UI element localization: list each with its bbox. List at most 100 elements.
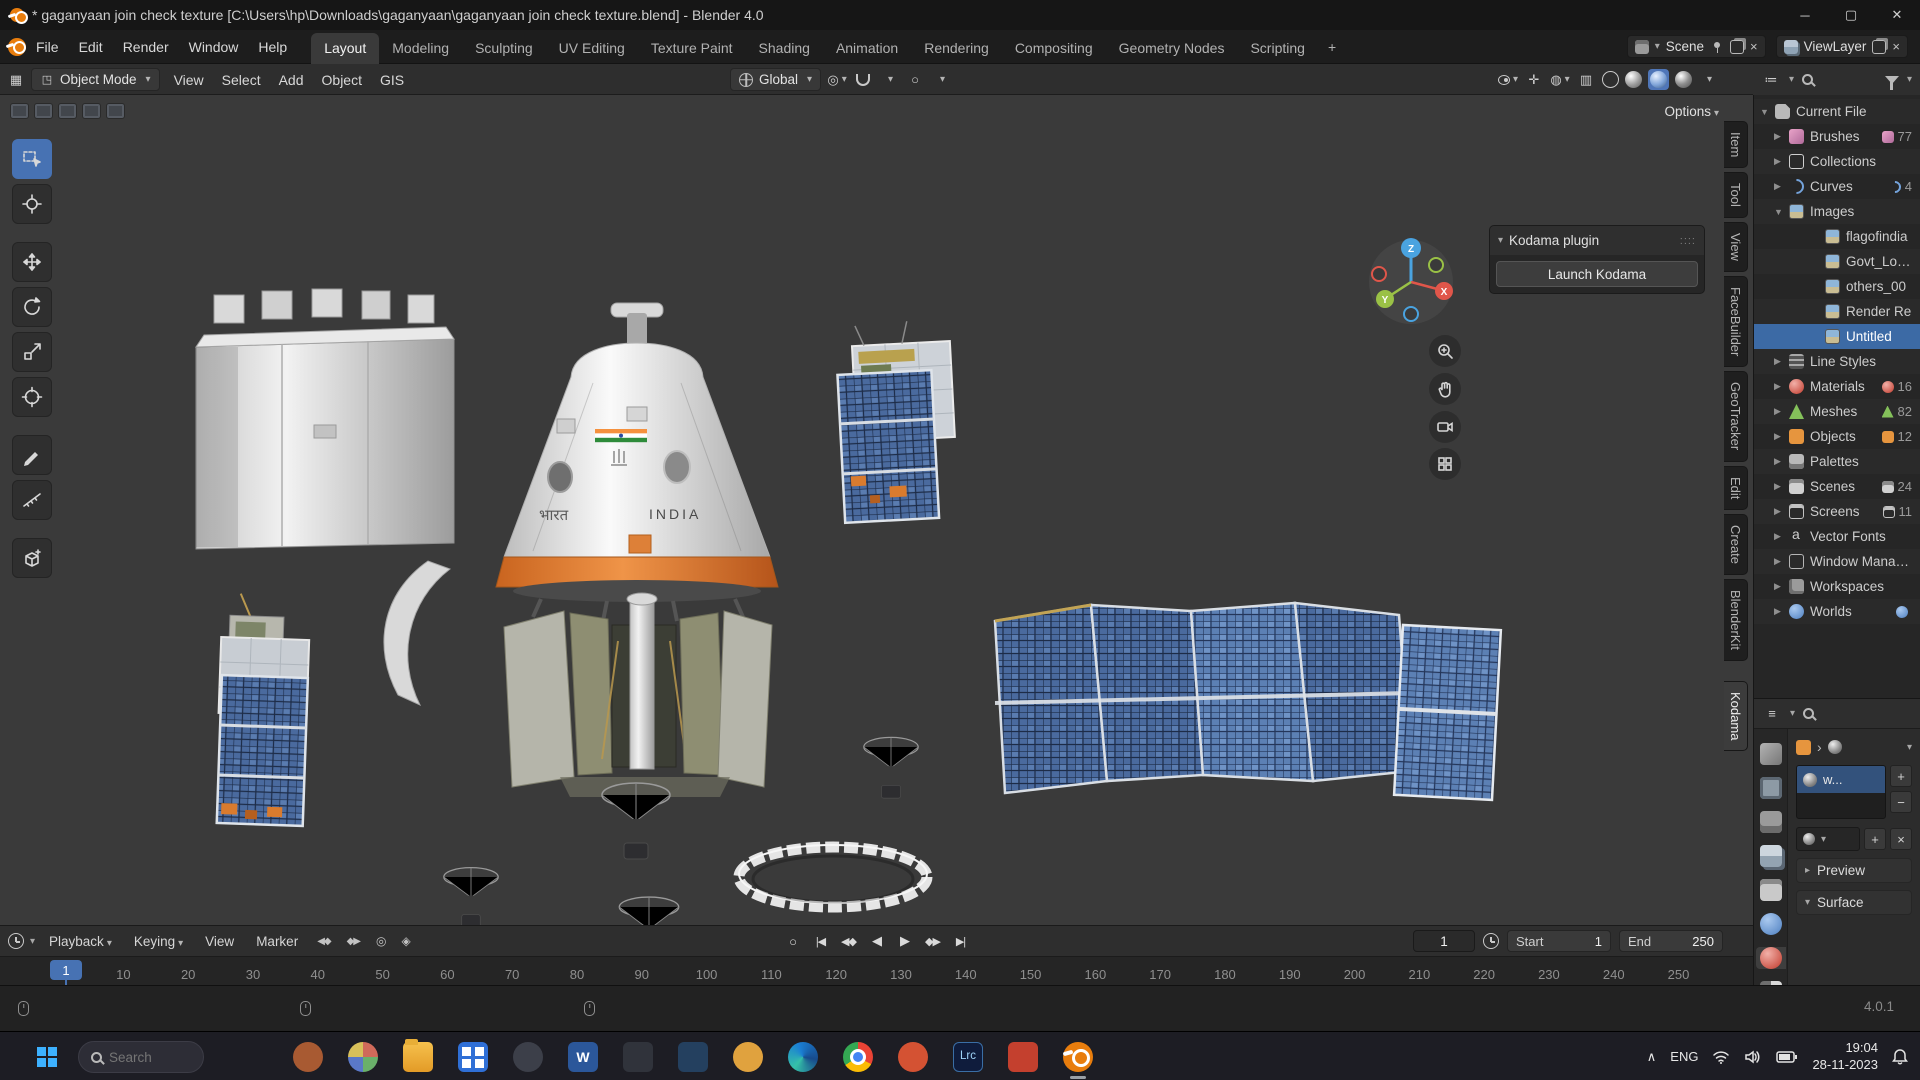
menu-item[interactable]: Edit xyxy=(69,33,113,61)
tool-cursor[interactable] xyxy=(12,184,52,224)
taskbar-app-icon[interactable] xyxy=(451,1036,495,1078)
start-frame-field[interactable]: Start 1 xyxy=(1507,930,1611,952)
model-antenna-right[interactable] xyxy=(863,736,919,799)
properties-tab[interactable] xyxy=(1756,777,1786,799)
zoom-button[interactable] xyxy=(1429,335,1461,367)
viewport-3d[interactable]: भारत INDIA Options ▾ Z X Y ▾ Kodama plug… xyxy=(0,95,1753,925)
sidebar-tab[interactable]: View xyxy=(1724,222,1748,273)
menu-item[interactable]: File xyxy=(26,33,69,61)
add-workspace-button[interactable]: + xyxy=(1318,33,1346,61)
disclosure-arrow[interactable]: ▼ xyxy=(1760,107,1775,117)
visibility-dropdown[interactable] xyxy=(1498,70,1518,90)
viewport-toggle-icon[interactable] xyxy=(58,103,77,119)
mode-dropdown[interactable]: ◳ Object Mode xyxy=(31,68,160,91)
model-solar-panel-left[interactable] xyxy=(215,593,311,828)
model-antenna-center[interactable] xyxy=(601,782,671,860)
playback-menu[interactable]: Playback xyxy=(41,930,120,953)
unlink-material-button[interactable]: × xyxy=(1890,828,1912,850)
collapse-arrow-icon[interactable]: ▾ xyxy=(1498,235,1503,246)
xray-toggle-icon[interactable]: ▥ xyxy=(1576,70,1596,90)
jump-to-start-button[interactable]: |◀ xyxy=(808,930,834,952)
properties-tab[interactable] xyxy=(1756,913,1786,935)
taskbar-app-icon[interactable] xyxy=(341,1036,385,1078)
volume-icon[interactable] xyxy=(1744,1049,1762,1065)
disclosure-arrow[interactable]: ▶ xyxy=(1774,431,1789,442)
outliner-row[interactable]: ▶ Materials 16 xyxy=(1754,374,1920,399)
end-frame-field[interactable]: End 250 xyxy=(1619,930,1723,952)
playhead-marker[interactable]: 1 xyxy=(50,960,82,980)
properties-search-icon[interactable] xyxy=(1803,708,1815,719)
taskbar-app-icon[interactable] xyxy=(396,1036,440,1078)
current-frame-field[interactable]: 1 xyxy=(1413,930,1475,952)
model-crew-capsule[interactable]: भारत INDIA xyxy=(495,302,779,622)
shading-solid-icon[interactable] xyxy=(1625,71,1642,88)
camera-view-button[interactable] xyxy=(1429,411,1461,443)
notification-bell-icon[interactable] xyxy=(1892,1048,1908,1066)
battery-icon[interactable] xyxy=(1776,1049,1798,1065)
outliner-row[interactable]: ▶ Vector Fonts xyxy=(1754,524,1920,549)
properties-tab[interactable] xyxy=(1756,811,1786,833)
disclosure-arrow[interactable]: ▶ xyxy=(1774,481,1789,492)
model-antenna-bottom[interactable] xyxy=(618,896,680,925)
sidebar-tab[interactable]: Edit xyxy=(1724,465,1748,511)
disclosure-arrow[interactable]: ▶ xyxy=(1774,156,1789,167)
taskbar-app-icon[interactable] xyxy=(616,1036,660,1078)
record-button[interactable]: ○ xyxy=(780,930,806,952)
pivot-point-dropdown[interactable]: ◎ xyxy=(827,70,847,90)
workspace-tab[interactable]: Modeling xyxy=(379,33,462,64)
viewport-menu-item[interactable]: Select xyxy=(213,67,270,93)
workspace-tab[interactable]: Rendering xyxy=(911,33,1002,64)
play-button[interactable]: ▶ xyxy=(892,930,918,952)
outliner-row[interactable]: ▶ Window Managers xyxy=(1754,549,1920,574)
options-dropdown[interactable]: Options xyxy=(1664,104,1719,119)
ortho-toggle-button[interactable] xyxy=(1429,448,1461,480)
viewport-menu-item[interactable]: Add xyxy=(270,67,313,93)
timeline-editor-dropdown[interactable]: ▾ xyxy=(30,936,35,947)
timeline-editor-icon[interactable] xyxy=(8,933,24,949)
taskbar-app-icon[interactable] xyxy=(726,1036,770,1078)
menu-item[interactable]: Window xyxy=(179,33,249,61)
outliner-row[interactable]: Govt_Logo xyxy=(1754,249,1920,274)
sidebar-tab[interactable]: Item xyxy=(1724,121,1748,169)
proportional-editing-icon[interactable]: ○ xyxy=(905,70,925,90)
taskbar-app-icon[interactable] xyxy=(781,1036,825,1078)
sidebar-tab[interactable]: Kodama xyxy=(1724,681,1748,752)
view-menu[interactable]: View xyxy=(197,930,242,953)
remove-slot-button[interactable]: − xyxy=(1890,791,1912,813)
next-keyframe-button[interactable]: ◆▶ xyxy=(920,930,946,952)
outliner-filter-icon[interactable] xyxy=(1884,75,1899,90)
minimize-button[interactable]: ─ xyxy=(1782,0,1828,30)
outliner-row[interactable]: ▶ Scenes 24 xyxy=(1754,474,1920,499)
outliner-row[interactable]: others_00 xyxy=(1754,274,1920,299)
outliner-editor-icon[interactable]: ≔ xyxy=(1761,70,1781,90)
maximize-button[interactable]: ▢ xyxy=(1828,0,1874,30)
editor-type-icon[interactable]: ▦ xyxy=(6,70,26,90)
viewlayer-selector[interactable]: ViewLayer × xyxy=(1775,35,1908,58)
outliner-row[interactable]: ▶ Palettes xyxy=(1754,449,1920,474)
disclosure-arrow[interactable]: ▶ xyxy=(1774,456,1789,467)
tool-measure[interactable] xyxy=(12,480,52,520)
properties-tab[interactable] xyxy=(1756,845,1786,867)
pan-hand-button[interactable] xyxy=(1429,373,1461,405)
viewport-menu-item[interactable]: GIS xyxy=(371,67,413,93)
properties-editor-icon[interactable]: ≡ xyxy=(1762,704,1782,724)
jump-to-end-button[interactable]: ▶| xyxy=(948,930,974,952)
menu-item[interactable]: Render xyxy=(113,33,179,61)
disclosure-arrow[interactable]: ▶ xyxy=(1774,506,1789,517)
viewport-menu-item[interactable]: Object xyxy=(313,67,371,93)
model-solar-array[interactable] xyxy=(993,601,1503,802)
workspace-tab[interactable]: Animation xyxy=(823,33,911,64)
workspace-tab[interactable]: Sculpting xyxy=(462,33,546,64)
auto-keying-button[interactable]: ◎ xyxy=(371,931,390,951)
kodama-panel-header[interactable]: ▾ Kodama plugin :::: xyxy=(1490,226,1704,255)
tool-transform[interactable] xyxy=(12,377,52,417)
viewport-toggle-icon[interactable] xyxy=(82,103,101,119)
taskbar-app-icon[interactable] xyxy=(1056,1036,1100,1078)
outliner-filter-dropdown[interactable]: ▾ xyxy=(1907,74,1912,85)
frame-clock-icon[interactable] xyxy=(1483,933,1499,949)
tool-annotate[interactable] xyxy=(12,435,52,475)
marker-menu[interactable]: Marker xyxy=(248,930,306,953)
hidden-icons-chevron[interactable]: ∧ xyxy=(1647,1049,1657,1065)
jump-next-keyframe-button[interactable]: ◆▶ xyxy=(342,933,365,950)
workspace-tab[interactable]: Shading xyxy=(746,33,823,64)
